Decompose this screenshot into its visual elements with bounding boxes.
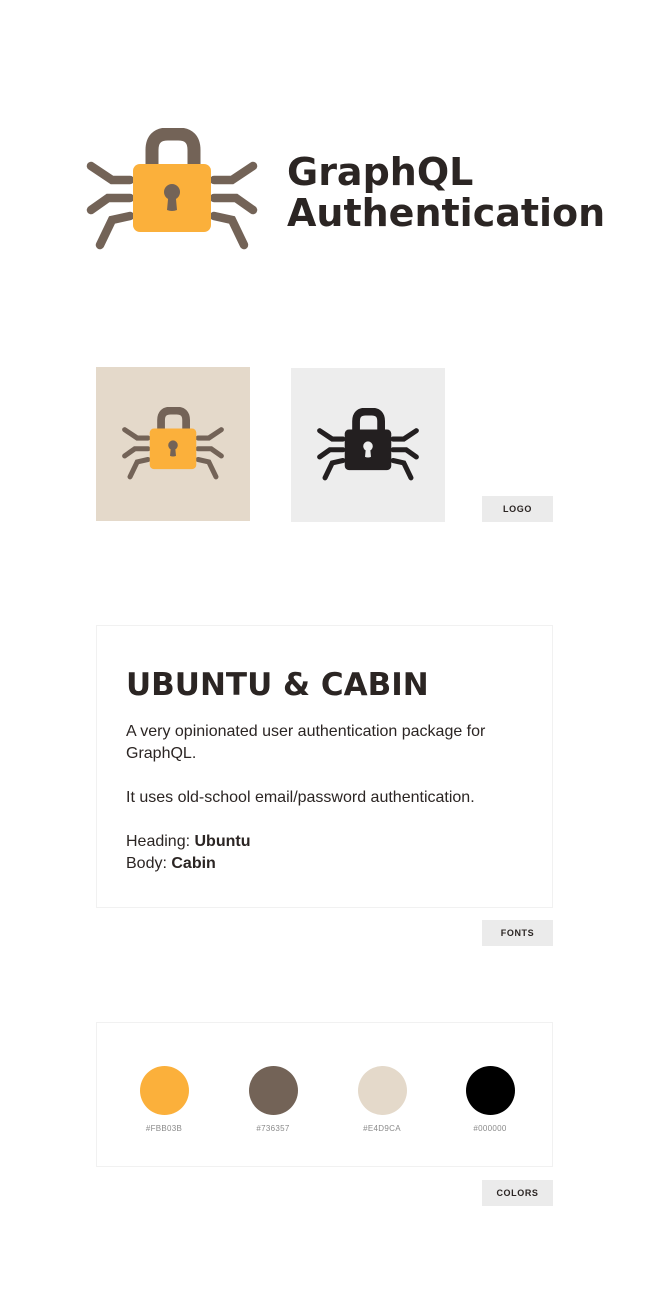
fonts-body: A very opinionated user authentication p… [126,721,536,875]
color-hex: #736357 [256,1124,290,1133]
color-dot [357,1066,407,1115]
logo-tile-mono [291,368,445,522]
title-line-1: GraphQL [287,150,474,194]
fonts-heading: UBUNTU & CABIN [126,667,429,703]
color-hex: #E4D9CA [363,1124,401,1133]
fonts-section-tag: FONTS [482,920,553,946]
fonts-card: UBUNTU & CABIN A very opinionated user a… [96,625,553,908]
logo-section-tag: LOGO [482,496,553,522]
title-line-2: Authentication [287,191,606,235]
body-font-name: Cabin [171,855,216,872]
fonts-description: A very opinionated user authentication p… [126,723,486,762]
padlock-bug-icon-mono [316,408,420,482]
font-list: Heading: Ubuntu Body: Cabin [126,831,536,875]
color-swatch: #736357 [243,1066,303,1133]
logo-tile-color [96,367,250,521]
color-swatch: #FBB03B [134,1066,194,1133]
fonts-note: It uses old-school email/password authen… [126,789,475,806]
heading-font-name: Ubuntu [194,833,251,850]
heading-font-label: Heading: [126,833,195,850]
colors-card: #FBB03B #736357 #E4D9CA #000000 [96,1022,553,1167]
color-hex: #000000 [473,1124,507,1133]
color-hex: #FBB03B [145,1124,183,1133]
padlock-bug-icon [121,407,225,481]
color-swatch: #000000 [460,1066,520,1133]
color-dot [248,1066,298,1115]
color-dot [465,1066,515,1115]
color-dot [139,1066,189,1115]
colors-section-tag: COLORS [482,1180,553,1206]
body-font-label: Body: [126,855,172,872]
page-title: GraphQL Authentication [287,152,617,234]
color-swatch: #E4D9CA [352,1066,412,1133]
padlock-bug-icon [86,128,258,252]
